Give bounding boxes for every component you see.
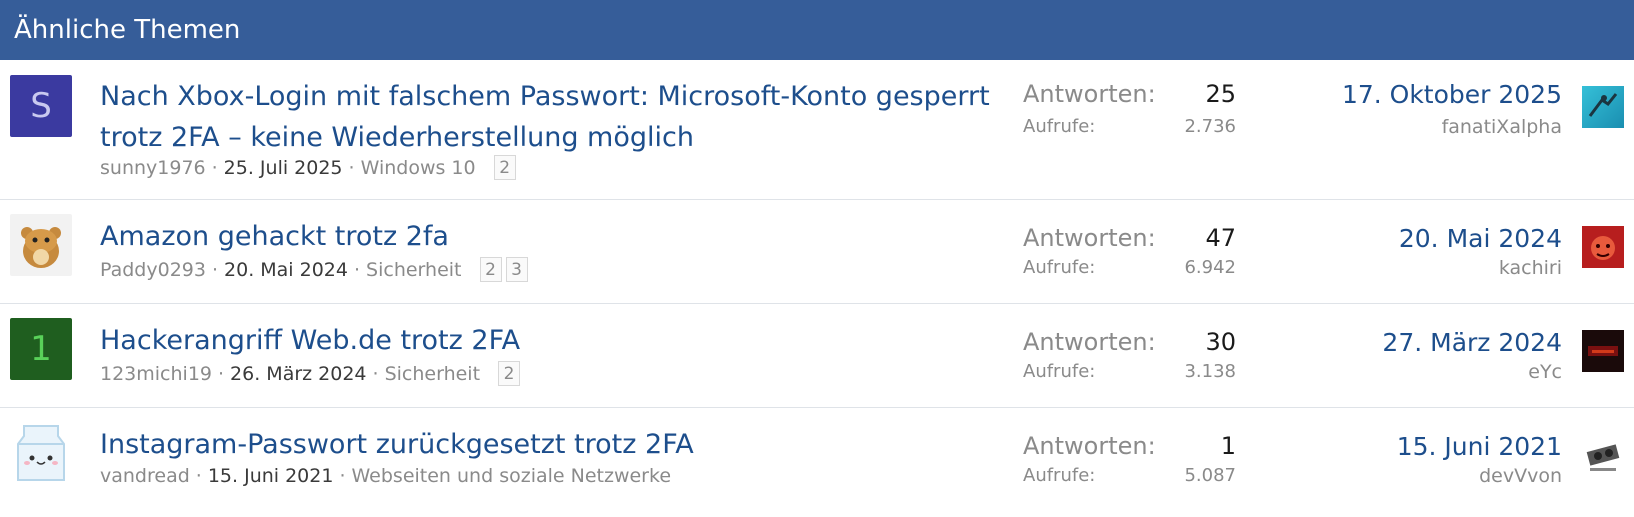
last-post-date[interactable]: 17. Oktober 2025 xyxy=(1342,80,1562,109)
last-post-date[interactable]: 27. März 2024 xyxy=(1382,328,1562,357)
replies-count: 1 xyxy=(1220,432,1236,460)
thread-forum[interactable]: Sicherheit xyxy=(366,259,461,281)
last-post-date[interactable]: 20. Mai 2024 xyxy=(1399,224,1562,253)
last-poster-avatar[interactable] xyxy=(1582,330,1624,372)
page-link[interactable]: 2 xyxy=(479,257,502,282)
views-count: 3.138 xyxy=(1184,361,1236,382)
page-link[interactable]: 2 xyxy=(498,361,521,386)
thread-date[interactable]: 15. Juni 2021 xyxy=(208,465,334,487)
thread-meta: 123michi19 · 26. März 2024 · Sicherheit … xyxy=(100,361,521,386)
thread-author[interactable]: 123michi19 xyxy=(100,363,212,385)
views-label: Aufrufe: xyxy=(1023,116,1096,137)
avatar[interactable] xyxy=(10,214,72,276)
block-header: Ähnliche Themen xyxy=(0,0,1634,60)
milk-carton-icon xyxy=(17,425,65,481)
last-poster[interactable]: fanatiXalpha xyxy=(1442,116,1562,138)
thread-author[interactable]: vandread xyxy=(100,465,190,487)
views-label: Aufrufe: xyxy=(1023,361,1096,382)
figure-icon xyxy=(1588,93,1618,117)
avatar[interactable]: 1 xyxy=(10,318,72,380)
last-poster-avatar[interactable] xyxy=(1582,434,1624,476)
similar-threads-block: Ähnliche Themen S Nach Xbox-Login mit fa… xyxy=(0,0,1634,516)
thread-title[interactable]: Nach Xbox-Login mit falschem Passwort: M… xyxy=(100,76,994,158)
page-link[interactable]: 2 xyxy=(493,155,516,180)
avatar[interactable] xyxy=(10,422,72,484)
page-link[interactable]: 3 xyxy=(505,257,528,282)
replies-label: Antworten: xyxy=(1023,328,1156,356)
replies-label: Antworten: xyxy=(1023,80,1156,108)
views-count: 6.942 xyxy=(1184,257,1236,278)
thread-row: Instagram-Passwort zurückgesetzt trotz 2… xyxy=(0,408,1634,516)
replies-label: Antworten: xyxy=(1023,224,1156,252)
avatar-letter: S xyxy=(30,86,52,126)
thread-forum[interactable]: Windows 10 xyxy=(361,157,476,179)
last-poster-avatar[interactable] xyxy=(1582,226,1624,268)
thread-author[interactable]: sunny1976 xyxy=(100,157,206,179)
views-count: 2.736 xyxy=(1184,116,1236,137)
last-poster[interactable]: devVvon xyxy=(1479,465,1562,487)
last-poster[interactable]: eYc xyxy=(1528,361,1562,383)
thread-forum[interactable]: Sicherheit xyxy=(385,363,480,385)
avatar[interactable]: S xyxy=(10,75,72,137)
thread-meta: Paddy0293 · 20. Mai 2024 · Sicherheit 2 … xyxy=(100,257,528,282)
dark-scene-icon xyxy=(1588,346,1618,356)
block-title: Ähnliche Themen xyxy=(14,15,241,45)
hamster-icon xyxy=(21,227,61,268)
thread-row: S Nach Xbox-Login mit falschem Passwort:… xyxy=(0,60,1634,200)
thread-author[interactable]: Paddy0293 xyxy=(100,259,206,281)
thread-row: Amazon gehackt trotz 2fa Paddy0293 · 20.… xyxy=(0,200,1634,304)
thread-forum[interactable]: Webseiten und soziale Netzwerke xyxy=(352,465,672,487)
page-jump: 2 3 xyxy=(479,257,528,282)
avatar-letter: 1 xyxy=(30,329,52,369)
graphics-card-icon xyxy=(1586,444,1620,471)
replies-label: Antworten: xyxy=(1023,432,1156,460)
thread-row: 1 Hackerangriff Web.de trotz 2FA 123mich… xyxy=(0,304,1634,408)
page-jump: 2 xyxy=(493,155,516,180)
thread-title[interactable]: Hackerangriff Web.de trotz 2FA xyxy=(100,320,994,361)
replies-count: 25 xyxy=(1205,80,1236,108)
face-icon xyxy=(1591,236,1615,260)
thread-date[interactable]: 25. Juli 2025 xyxy=(224,157,343,179)
replies-count: 30 xyxy=(1205,328,1236,356)
thread-meta: vandread · 15. Juni 2021 · Webseiten und… xyxy=(100,465,672,487)
views-label: Aufrufe: xyxy=(1023,257,1096,278)
thread-title[interactable]: Instagram-Passwort zurückgesetzt trotz 2… xyxy=(100,424,994,465)
page-jump: 2 xyxy=(498,361,521,386)
thread-title[interactable]: Amazon gehackt trotz 2fa xyxy=(100,216,994,257)
last-poster[interactable]: kachiri xyxy=(1499,257,1562,279)
thread-date[interactable]: 20. Mai 2024 xyxy=(224,259,348,281)
replies-count: 47 xyxy=(1205,224,1236,252)
views-label: Aufrufe: xyxy=(1023,465,1096,486)
thread-date[interactable]: 26. März 2024 xyxy=(230,363,366,385)
last-post-date[interactable]: 15. Juni 2021 xyxy=(1397,432,1562,461)
last-poster-avatar[interactable] xyxy=(1582,86,1624,128)
thread-meta: sunny1976 · 25. Juli 2025 · Windows 10 2 xyxy=(100,155,516,180)
views-count: 5.087 xyxy=(1184,465,1236,486)
